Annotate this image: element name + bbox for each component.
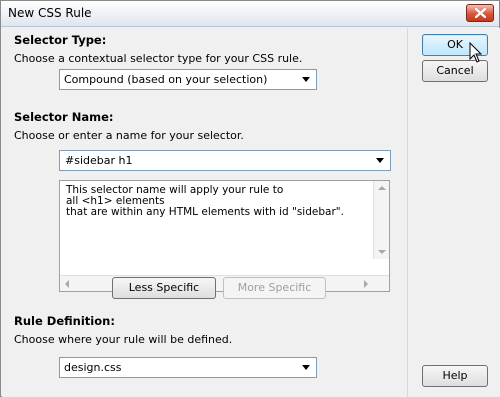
- dialog-window: New CSS Rule Selector Type: Choose a con…: [0, 0, 500, 397]
- help-button[interactable]: Help: [422, 365, 488, 387]
- selector-type-value: Compound (based on your selection): [64, 73, 268, 86]
- rule-definition-heading: Rule Definition:: [14, 314, 115, 328]
- vertical-scrollbar[interactable]: [373, 181, 389, 259]
- scroll-left-icon[interactable]: [65, 280, 69, 288]
- selector-explanation-box[interactable]: This selector name will apply your rule …: [59, 180, 390, 292]
- dialog-body: Selector Type: Choose a contextual selec…: [2, 28, 500, 397]
- selector-type-dropdown[interactable]: Compound (based on your selection): [59, 69, 317, 90]
- selector-name-heading: Selector Name:: [14, 110, 114, 124]
- selector-explanation-text: This selector name will apply your rule …: [66, 184, 344, 218]
- mouse-pointer-icon: [469, 42, 483, 63]
- selector-name-input[interactable]: [61, 152, 369, 169]
- selector-type-description: Choose a contextual selector type for yo…: [14, 52, 303, 65]
- panel-divider: [407, 28, 408, 397]
- scroll-down-icon[interactable]: [378, 250, 386, 254]
- scroll-up-icon[interactable]: [378, 186, 386, 190]
- close-icon: [475, 8, 486, 18]
- rule-definition-dropdown[interactable]: design.css: [59, 357, 317, 378]
- window-title: New CSS Rule: [8, 6, 92, 20]
- scroll-right-icon[interactable]: [364, 280, 368, 288]
- selector-name-combobox[interactable]: [59, 150, 391, 171]
- chevron-down-icon: [302, 365, 310, 370]
- title-bar[interactable]: New CSS Rule: [1, 1, 499, 27]
- more-specific-button[interactable]: More Specific: [223, 277, 326, 299]
- chevron-down-icon[interactable]: [376, 158, 384, 163]
- rule-definition-value: design.css: [64, 361, 122, 374]
- selector-type-heading: Selector Type:: [14, 33, 107, 47]
- chevron-down-icon: [302, 77, 310, 82]
- less-specific-button[interactable]: Less Specific: [112, 277, 216, 299]
- selector-name-description: Choose or enter a name for your selector…: [14, 129, 244, 142]
- rule-definition-description: Choose where your rule will be defined.: [14, 333, 233, 346]
- close-button[interactable]: [466, 4, 494, 22]
